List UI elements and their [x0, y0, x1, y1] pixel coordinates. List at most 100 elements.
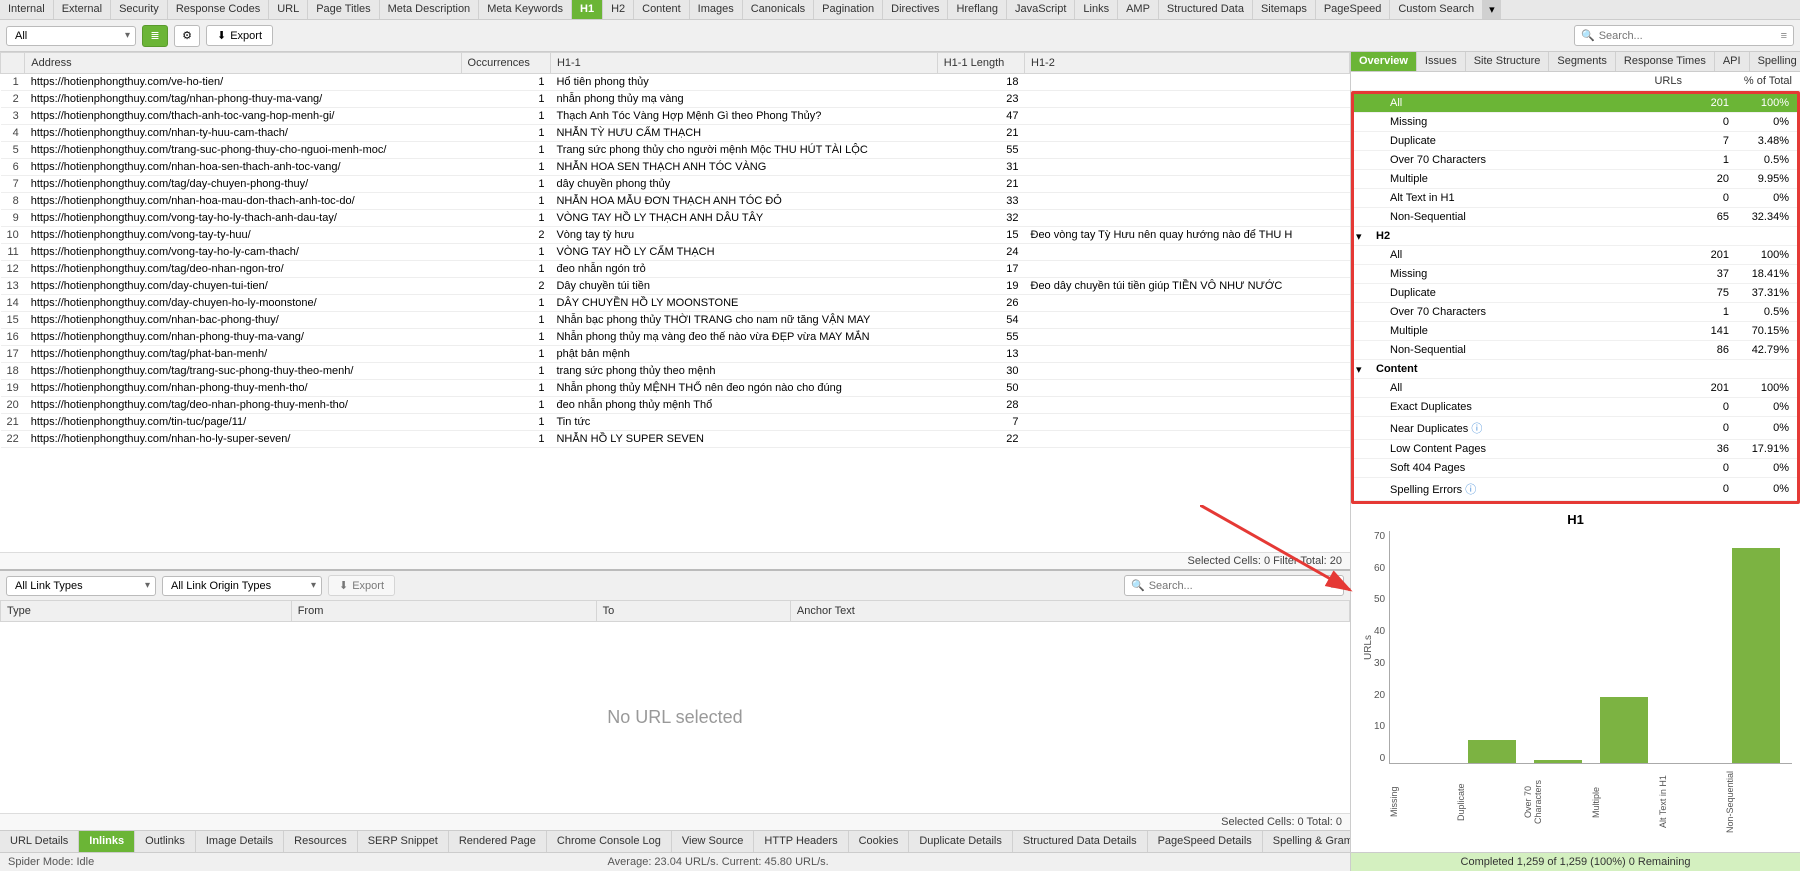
overview-row[interactable]: Spelling Errors ⓘ00% — [1354, 478, 1797, 501]
col-header[interactable]: From — [291, 601, 596, 622]
right-tab-overview[interactable]: Overview — [1351, 52, 1417, 71]
tab-amp[interactable]: AMP — [1118, 0, 1159, 19]
col-header[interactable]: Type — [1, 601, 292, 622]
table-row[interactable]: 18https://hotienphongthuy.com/tag/trang-… — [1, 363, 1350, 380]
tab-image-details[interactable]: Image Details — [196, 831, 284, 852]
tab-url-details[interactable]: URL Details — [0, 831, 79, 852]
overview-section[interactable]: ▾H2 — [1354, 227, 1797, 246]
overview-row[interactable]: Duplicate7537.31% — [1354, 284, 1797, 303]
tab-external[interactable]: External — [54, 0, 111, 19]
overview-row[interactable]: All201100% — [1354, 246, 1797, 265]
tab-structured-data-details[interactable]: Structured Data Details — [1013, 831, 1148, 852]
col-header[interactable]: Anchor Text — [790, 601, 1349, 622]
tab-sitemaps[interactable]: Sitemaps — [1253, 0, 1316, 19]
tab-rendered-page[interactable]: Rendered Page — [449, 831, 547, 852]
table-row[interactable]: 20https://hotienphongthuy.com/tag/deo-nh… — [1, 397, 1350, 414]
overview-row[interactable]: Exact Duplicates00% — [1354, 398, 1797, 417]
tab-custom-search[interactable]: Custom Search — [1390, 0, 1483, 19]
view-list-button[interactable]: ≣ — [142, 25, 168, 47]
overview-row[interactable]: Missing00% — [1354, 113, 1797, 132]
right-tab-spelling-&-gram[interactable]: Spelling & Gram — [1750, 52, 1800, 71]
col-header[interactable]: H1-2 — [1025, 53, 1350, 74]
export-button[interactable]: ⬇Export — [206, 25, 273, 46]
tab-javascript[interactable]: JavaScript — [1007, 0, 1075, 19]
tab-structured-data[interactable]: Structured Data — [1159, 0, 1253, 19]
search-options-icon[interactable]: ≡ — [1331, 580, 1337, 592]
table-row[interactable]: 19https://hotienphongthuy.com/nhan-phong… — [1, 380, 1350, 397]
overview-row[interactable]: Soft 404 Pages00% — [1354, 459, 1797, 478]
overview-row[interactable]: All201100% — [1354, 94, 1797, 113]
tab-links[interactable]: Links — [1075, 0, 1118, 19]
overview-section[interactable]: ▾Content — [1354, 360, 1797, 379]
overview-panel[interactable]: All201100%Missing00%Duplicate73.48%Over … — [1351, 91, 1800, 504]
col-header[interactable]: Address — [25, 53, 461, 74]
table-row[interactable]: 13https://hotienphongthuy.com/day-chuyen… — [1, 278, 1350, 295]
tab-url[interactable]: URL — [269, 0, 308, 19]
table-row[interactable]: 4https://hotienphongthuy.com/nhan-ty-huu… — [1, 125, 1350, 142]
link-origin-dropdown[interactable]: All Link Origin Types — [162, 576, 322, 596]
tab-serp-snippet[interactable]: SERP Snippet — [358, 831, 449, 852]
tab-meta-description[interactable]: Meta Description — [380, 0, 480, 19]
table-row[interactable]: 6https://hotienphongthuy.com/nhan-hoa-se… — [1, 159, 1350, 176]
tab-pagination[interactable]: Pagination — [814, 0, 883, 19]
tab-content[interactable]: Content — [634, 0, 690, 19]
table-row[interactable]: 21https://hotienphongthuy.com/tin-tuc/pa… — [1, 414, 1350, 431]
tabs-more-icon[interactable]: ▾ — [1483, 0, 1501, 19]
tab-duplicate-details[interactable]: Duplicate Details — [909, 831, 1013, 852]
tab-spelling-&-grammar-details[interactable]: Spelling & Grammar Details — [1263, 831, 1350, 852]
tab-images[interactable]: Images — [690, 0, 743, 19]
tab-directives[interactable]: Directives — [883, 0, 948, 19]
tab-chrome-console-log[interactable]: Chrome Console Log — [547, 831, 672, 852]
tab-meta-keywords[interactable]: Meta Keywords — [479, 0, 572, 19]
lower-search-box[interactable]: 🔍 ≡ — [1124, 575, 1344, 596]
tab-canonicals[interactable]: Canonicals — [743, 0, 814, 19]
filter-dropdown[interactable]: All — [6, 26, 136, 46]
right-tab-site-structure[interactable]: Site Structure — [1466, 52, 1550, 71]
tab-internal[interactable]: Internal — [0, 0, 54, 19]
table-row[interactable]: 8https://hotienphongthuy.com/nhan-hoa-ma… — [1, 193, 1350, 210]
col-header[interactable]: H1-1 — [550, 53, 937, 74]
table-row[interactable]: 5https://hotienphongthuy.com/trang-suc-p… — [1, 142, 1350, 159]
tab-hreflang[interactable]: Hreflang — [948, 0, 1007, 19]
overview-row[interactable]: Near Duplicates ⓘ00% — [1354, 417, 1797, 440]
overview-row[interactable]: Multiple14170.15% — [1354, 322, 1797, 341]
table-row[interactable]: 1https://hotienphongthuy.com/ve-ho-tien/… — [1, 74, 1350, 91]
right-tab-api[interactable]: API — [1715, 52, 1750, 71]
search-box[interactable]: 🔍 ≡ — [1574, 25, 1794, 46]
table-row[interactable]: 7https://hotienphongthuy.com/tag/day-chu… — [1, 176, 1350, 193]
overview-row[interactable]: Duplicate73.48% — [1354, 132, 1797, 151]
tab-cookies[interactable]: Cookies — [849, 831, 910, 852]
lower-search-input[interactable] — [1149, 580, 1327, 592]
overview-row[interactable]: Alt Text in H100% — [1354, 189, 1797, 208]
tab-security[interactable]: Security — [111, 0, 168, 19]
link-types-dropdown[interactable]: All Link Types — [6, 576, 156, 596]
tab-response-codes[interactable]: Response Codes — [168, 0, 269, 19]
table-row[interactable]: 16https://hotienphongthuy.com/nhan-phong… — [1, 329, 1350, 346]
tab-h1[interactable]: H1 — [572, 0, 603, 19]
lower-export-button[interactable]: ⬇Export — [328, 575, 395, 596]
main-table-wrap[interactable]: AddressOccurrencesH1-1H1-1 LengthH1-2 1h… — [0, 52, 1350, 552]
right-tab-issues[interactable]: Issues — [1417, 52, 1466, 71]
table-row[interactable]: 17https://hotienphongthuy.com/tag/phat-b… — [1, 346, 1350, 363]
view-tree-button[interactable]: ⚙ — [174, 25, 200, 47]
search-options-icon[interactable]: ≡ — [1781, 30, 1787, 42]
tab-pagespeed[interactable]: PageSpeed — [1316, 0, 1391, 19]
tab-inlinks[interactable]: Inlinks — [79, 831, 135, 852]
col-header[interactable]: To — [596, 601, 790, 622]
overview-row[interactable]: Over 70 Characters10.5% — [1354, 303, 1797, 322]
tab-resources[interactable]: Resources — [284, 831, 358, 852]
tab-page-titles[interactable]: Page Titles — [308, 0, 379, 19]
tab-http-headers[interactable]: HTTP Headers — [754, 831, 848, 852]
col-header[interactable]: Occurrences — [461, 53, 550, 74]
table-row[interactable]: 2https://hotienphongthuy.com/tag/nhan-ph… — [1, 91, 1350, 108]
col-header[interactable]: H1-1 Length — [937, 53, 1024, 74]
table-row[interactable]: 22https://hotienphongthuy.com/nhan-ho-ly… — [1, 431, 1350, 448]
table-row[interactable]: 14https://hotienphongthuy.com/day-chuyen… — [1, 295, 1350, 312]
table-row[interactable]: 11https://hotienphongthuy.com/vong-tay-h… — [1, 244, 1350, 261]
table-row[interactable]: 10https://hotienphongthuy.com/vong-tay-t… — [1, 227, 1350, 244]
overview-row[interactable]: Non-Sequential6532.34% — [1354, 208, 1797, 227]
overview-row[interactable]: Non-Sequential8642.79% — [1354, 341, 1797, 360]
table-row[interactable]: 9https://hotienphongthuy.com/vong-tay-ho… — [1, 210, 1350, 227]
overview-row[interactable]: Over 70 Characters10.5% — [1354, 151, 1797, 170]
tab-pagespeed-details[interactable]: PageSpeed Details — [1148, 831, 1263, 852]
